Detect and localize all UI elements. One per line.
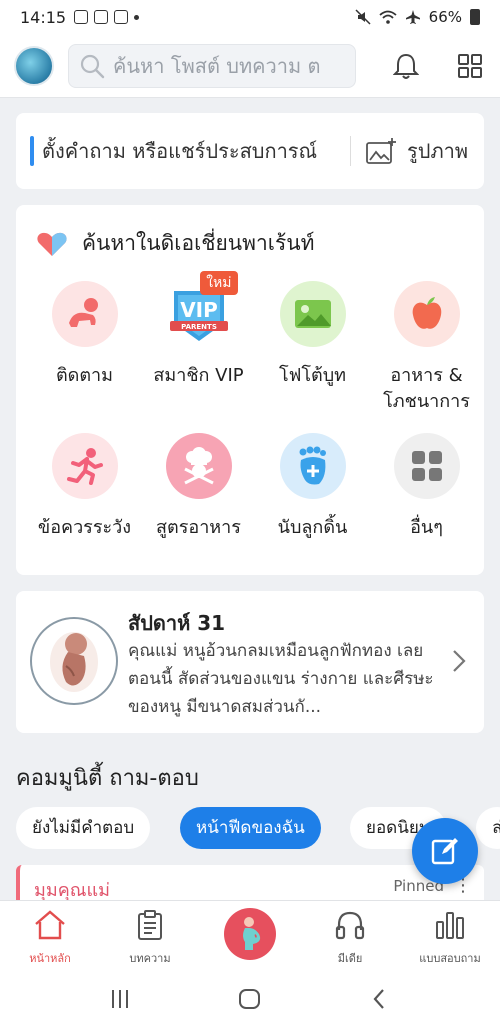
battery-icon [470, 9, 480, 25]
nav-home[interactable]: หน้าหลัก [0, 909, 100, 967]
explore-item-photobooth[interactable]: โฟโต้บูท [254, 281, 371, 389]
fetus-icon [30, 617, 118, 705]
week-description: คุณแม่ หนูอ้วนกลมเหมือนลูกฟักทอง เลยตอนน… [128, 641, 434, 717]
dot-icon [134, 14, 140, 20]
baby-crawl-icon [51, 281, 118, 347]
notification-icon [74, 10, 89, 24]
menu-grid-button[interactable] [454, 50, 486, 82]
home-icon [35, 910, 65, 940]
chef-icon [165, 433, 232, 499]
explore-item-label: โฟโต้บูท [278, 365, 347, 386]
system-navigation-bar [0, 972, 500, 1028]
explore-item-more[interactable]: อื่นๆ [368, 433, 485, 541]
explore-card: ค้นหาในดิเอเชี่ยนพาเร้นท์ ติดตาม VIP PARE… [16, 205, 484, 575]
pregnancy-week-card[interactable]: สัปดาห์ 31 คุณแม่ หนูอ้วนกลมเหมือนลูกฟัก… [16, 591, 484, 733]
svg-text:VIP: VIP [180, 298, 218, 322]
notification-bell-button[interactable] [390, 50, 422, 82]
chip-more[interactable]: ล่ [476, 807, 500, 849]
nav-media-label: มีเดีย [337, 952, 363, 965]
notification-icon [114, 10, 129, 24]
nav-media[interactable]: มีเดีย [300, 909, 400, 967]
status-right: 66% [355, 8, 480, 26]
photo-label: รูปภาพ [407, 139, 469, 163]
explore-item-label: ข้อควรระวัง [37, 517, 132, 538]
avatar[interactable] [14, 45, 54, 86]
more-grid-icon [393, 433, 460, 499]
battery-percent: 66% [428, 8, 462, 26]
pregnant-woman-icon [243, 917, 261, 950]
running-icon [51, 433, 118, 499]
search-icon [80, 54, 105, 78]
heart-icon [37, 232, 67, 256]
nav-articles-label: บทความ [129, 952, 171, 965]
ask-question-card[interactable]: ตั้งคำถาม หรือแชร์ประสบการณ์ รูปภาพ [16, 113, 484, 189]
back-icon[interactable] [372, 988, 386, 1010]
grid-icon [458, 54, 482, 78]
svg-text:PARENTS: PARENTS [181, 323, 217, 331]
explore-item-label: สมาชิก VIP [153, 365, 244, 386]
community-title: คอมมูนิตี้ ถาม-ตอบ [16, 766, 199, 791]
bar-chart-icon [436, 912, 464, 939]
pinned-post[interactable]: มุมคุณแม่ Pinned ⋮ [16, 865, 484, 905]
explore-item-label: อาหาร & โภชนาการ [383, 365, 470, 412]
explore-item-label: นับลูกดิ้น [277, 517, 348, 538]
divider [350, 136, 351, 166]
status-bar: 14:15 66% [0, 0, 500, 34]
vip-badge-icon: VIP PARENTS ใหม่ [165, 271, 238, 347]
recent-apps-icon[interactable] [110, 988, 130, 1010]
status-time: 14:15 [20, 7, 67, 27]
search-box[interactable] [68, 43, 356, 88]
explore-item-label: อื่นๆ [410, 517, 443, 538]
explore-item-food[interactable]: อาหาร & โภชนาการ [368, 281, 485, 415]
explore-item-label: สูตรอาหาร [156, 517, 241, 538]
explore-item-label: ติดตาม [55, 365, 114, 386]
instagram-icon [94, 10, 109, 24]
compose-post-button[interactable] [412, 818, 478, 884]
explore-item-caution[interactable]: ข้อควรระวัง [26, 433, 143, 541]
nav-home-label: หน้าหลัก [29, 952, 71, 965]
apple-icon [393, 281, 460, 347]
mute-icon [355, 9, 371, 25]
week-title: สัปดาห์ 31 [128, 611, 226, 635]
foot-plus-icon [279, 433, 346, 499]
explore-title-text: ค้นหาในดิเอเชี่ยนพาเร้นท์ [82, 231, 315, 255]
explore-item-kick-count[interactable]: นับลูกดิ้น [254, 433, 371, 541]
wifi-icon [379, 10, 397, 24]
nav-pregnancy-button[interactable] [224, 908, 276, 960]
nav-articles[interactable]: บทความ [100, 909, 200, 967]
airplane-icon [405, 10, 420, 24]
chevron-right-icon [453, 650, 466, 672]
explore-title: ค้นหาในดิเอเชี่ยนพาเร้นท์ [36, 227, 314, 260]
search-input[interactable] [113, 53, 343, 78]
chip-unanswered[interactable]: ยังไม่มีคำตอบ [16, 807, 151, 849]
nav-survey[interactable]: แบบสอบถาม [400, 909, 500, 967]
add-photo-button[interactable]: รูปภาพ [365, 135, 468, 167]
home-circle-icon[interactable] [238, 988, 262, 1010]
ask-prompt[interactable]: ตั้งคำถาม หรือแชร์ประสบการณ์ [42, 136, 332, 166]
picture-icon [279, 281, 346, 347]
headphones-icon [335, 911, 365, 940]
explore-item-recipes[interactable]: สูตรอาหาร [140, 433, 257, 541]
edit-icon [431, 838, 458, 865]
top-header [0, 34, 500, 98]
explore-item-vip[interactable]: VIP PARENTS ใหม่ สมาชิก VIP [140, 271, 257, 389]
status-notification-icons [74, 10, 140, 24]
clipboard-icon [138, 910, 162, 940]
chip-my-feed[interactable]: หน้าฟีดของฉัน [180, 807, 321, 849]
nav-survey-label: แบบสอบถาม [419, 952, 481, 965]
new-badge: ใหม่ [200, 271, 238, 295]
accent-bar [30, 136, 34, 166]
add-image-icon [366, 138, 396, 164]
bell-icon [393, 53, 419, 79]
explore-item-follow[interactable]: ติดตาม [26, 281, 143, 389]
